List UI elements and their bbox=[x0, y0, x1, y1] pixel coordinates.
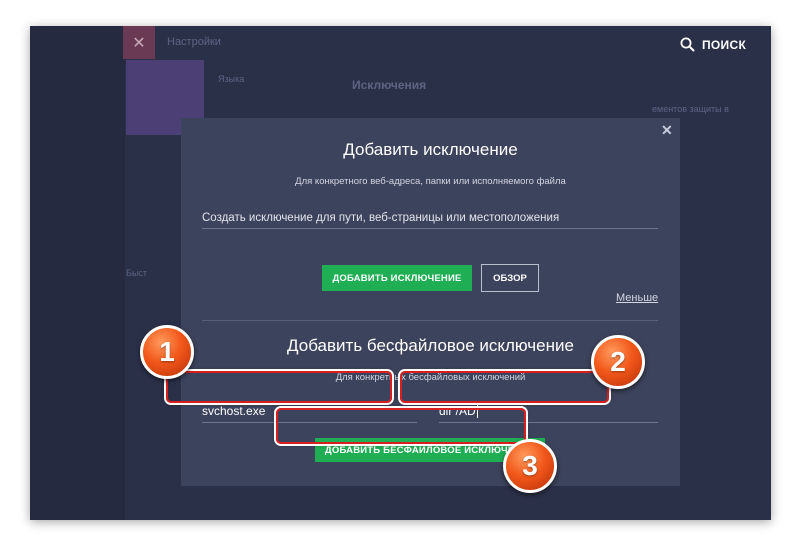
background-close-icon: ✕ bbox=[123, 26, 155, 59]
less-link[interactable]: Меньше bbox=[616, 292, 658, 304]
add-exclusion-title: Добавить исключение bbox=[343, 140, 518, 159]
highlight-process-input bbox=[166, 371, 392, 403]
search-icon bbox=[680, 37, 695, 52]
path-input[interactable]: Создать исключение для пути, веб-страниц… bbox=[202, 210, 658, 229]
callout-badge-2: 2 bbox=[591, 335, 645, 389]
close-icon[interactable]: ✕ bbox=[661, 122, 673, 139]
background-sidebar bbox=[30, 26, 125, 520]
search-button[interactable]: ПОИСК bbox=[680, 37, 746, 52]
background-language-label: Языка bbox=[218, 74, 245, 84]
browse-button[interactable]: ОБЗОР bbox=[481, 264, 539, 292]
background-exclusions-heading: Исключения bbox=[352, 78, 427, 92]
add-exclusion-button[interactable]: ДОБАВИТЬ ИСКЛЮЧЕНИЕ bbox=[322, 265, 472, 291]
background-sidebar-text: Быст bbox=[126, 268, 147, 278]
highlight-add-fileless-button bbox=[276, 408, 526, 444]
add-exclusion-subtitle: Для конкретного веб-адреса, папки или ис… bbox=[295, 176, 566, 187]
background-settings-title: Настройки bbox=[167, 36, 221, 48]
callout-badge-1: 1 bbox=[140, 325, 194, 379]
process-input-value: svchost.exe bbox=[202, 404, 266, 418]
highlight-command-input bbox=[400, 371, 609, 403]
section-divider bbox=[202, 320, 658, 321]
background-description-text: ементов защиты в bbox=[652, 104, 729, 114]
search-label: ПОИСК bbox=[702, 37, 747, 52]
app-window: ✕ Настройки Языка Исключения ементов защ… bbox=[30, 26, 771, 520]
callout-badge-3: 3 bbox=[503, 439, 557, 493]
